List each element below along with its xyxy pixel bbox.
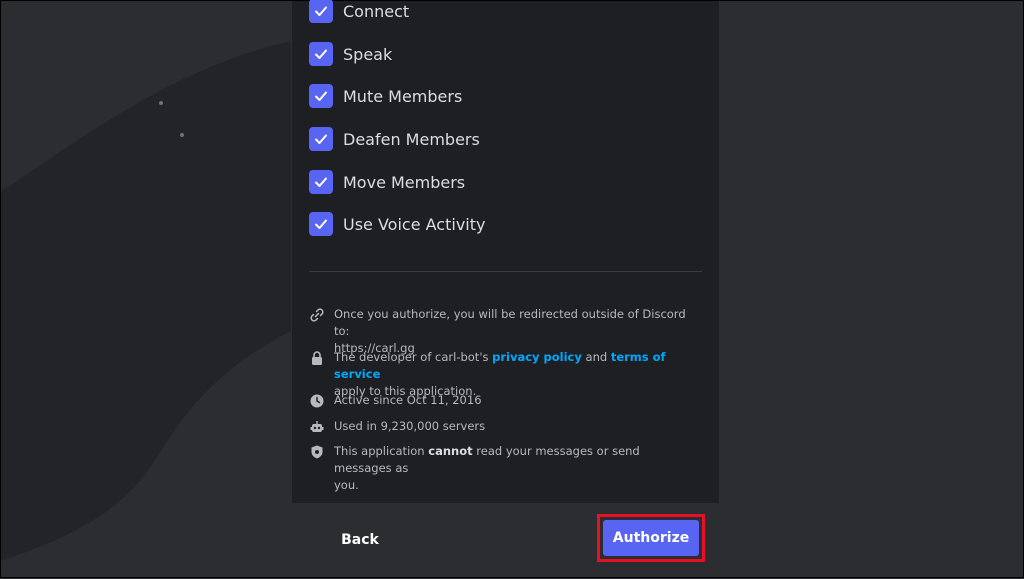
authorize-button[interactable]: Authorize	[603, 520, 699, 556]
lock-icon	[312, 351, 322, 365]
permission-label: Speak	[343, 44, 393, 64]
permission-label: Mute Members	[343, 86, 463, 106]
divider	[309, 271, 702, 272]
check-icon	[315, 177, 327, 187]
clock-icon	[310, 394, 324, 408]
authorize-modal: Connect Speak Mute Members Deafen Member…	[292, 0, 719, 577]
permission-use-voice-activity[interactable]: Use Voice Activity	[309, 211, 485, 237]
permission-deafen-members[interactable]: Deafen Members	[309, 126, 480, 152]
permission-label: Connect	[343, 1, 410, 21]
permission-connect[interactable]: Connect	[309, 0, 409, 24]
info-server-count: Used in 9,230,000 servers	[309, 418, 699, 435]
permission-mute-members[interactable]: Mute Members	[309, 83, 462, 109]
link-icon	[310, 308, 324, 322]
shield-icon	[311, 445, 323, 459]
back-button[interactable]: Back	[328, 525, 392, 555]
checkbox-checked[interactable]	[309, 0, 333, 23]
server-count-text: Used in 9,230,000 servers	[334, 419, 486, 433]
checkbox-checked[interactable]	[309, 170, 333, 194]
active-since-text: Active since Oct 11, 2016	[334, 393, 482, 407]
checkbox-checked[interactable]	[309, 42, 333, 66]
privacy-policy-link[interactable]: privacy policy	[492, 350, 582, 364]
checkbox-checked[interactable]	[309, 84, 333, 108]
privacy-line2: you.	[334, 478, 359, 492]
checkbox-checked[interactable]	[309, 127, 333, 151]
permission-label: Deafen Members	[343, 129, 480, 149]
policy-and-text: and	[581, 350, 611, 364]
check-icon	[315, 6, 327, 16]
authorize-highlight: Authorize	[597, 514, 705, 562]
modal-footer: Back Authorize	[292, 503, 719, 577]
check-icon	[315, 219, 327, 229]
policy-text: The developer of carl-bot's	[334, 350, 493, 364]
privacy-bold-text: cannot	[428, 444, 473, 458]
checkbox-checked[interactable]	[309, 212, 333, 236]
permission-label: Use Voice Activity	[343, 214, 486, 234]
info-active-since: Active since Oct 11, 2016	[309, 392, 699, 409]
check-icon	[315, 91, 327, 101]
check-icon	[315, 49, 327, 59]
robot-icon	[310, 421, 324, 432]
check-icon	[315, 134, 327, 144]
permission-move-members[interactable]: Move Members	[309, 169, 465, 195]
permission-label: Move Members	[343, 172, 466, 192]
info-message-privacy: This application cannot read your messag…	[309, 443, 699, 494]
info-redirect-text: Once you authorize, you will be redirect…	[334, 307, 686, 338]
privacy-text: This application	[334, 444, 429, 458]
permission-speak[interactable]: Speak	[309, 41, 392, 67]
